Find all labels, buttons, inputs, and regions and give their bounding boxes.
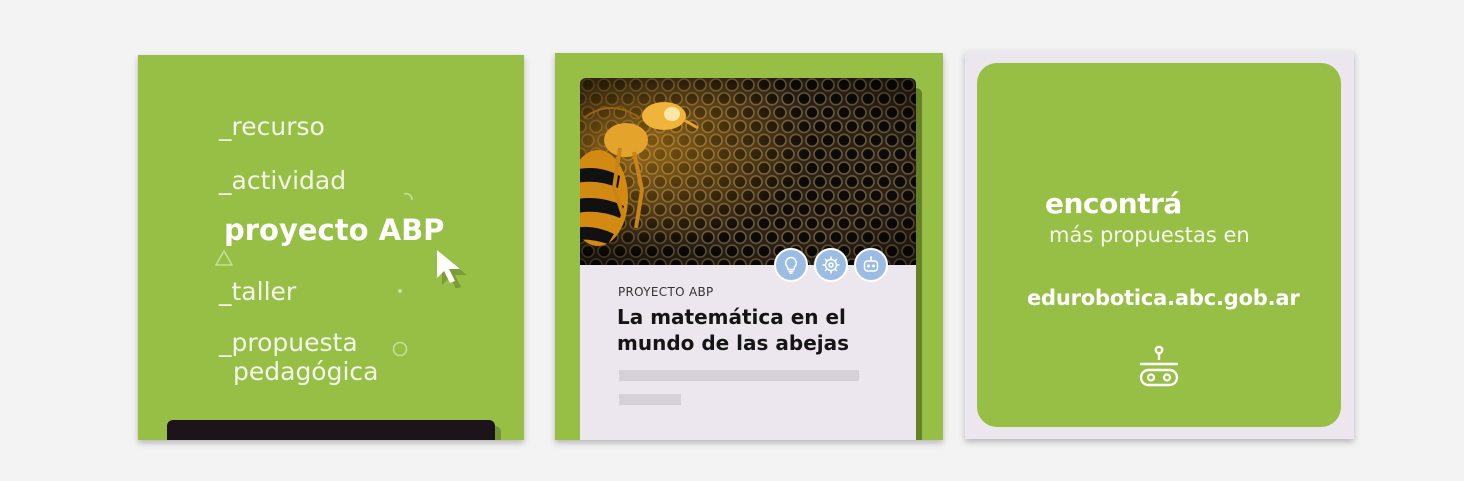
menu-item-line1: _propuesta	[219, 328, 358, 357]
promo-url-link[interactable]: edurobotica.abc.gob.ar	[1027, 286, 1300, 310]
promo-box: encontrá más propuestas en edurobotica.a…	[977, 63, 1341, 427]
triangle-decoration-icon	[214, 249, 234, 266]
promo-panel: encontrá más propuestas en edurobotica.a…	[965, 51, 1354, 439]
dot-decoration-icon	[398, 289, 402, 293]
menu-item-recurso[interactable]: _recurso	[219, 112, 325, 142]
placeholder-line	[619, 370, 859, 381]
menu-item-line2: pedagógica	[233, 357, 379, 386]
project-card[interactable]: PROYECTO ABP La matemática en el mundo d…	[580, 78, 916, 440]
arc-decoration-icon	[403, 192, 413, 201]
skill-badges	[774, 248, 888, 282]
robot-icon	[1139, 345, 1179, 387]
menu-item-proyecto-abp[interactable]: proyecto ABP	[224, 215, 444, 245]
robot-icon	[863, 256, 879, 272]
card-title: La matemática en el mundo de las abejas	[617, 305, 850, 355]
menu-item-propuesta-pedagogica[interactable]: _propuesta pedagógica	[219, 328, 378, 386]
robot-badge	[854, 248, 888, 282]
promo-heading: encontrá	[1045, 187, 1182, 220]
card-category: PROYECTO ABP	[618, 285, 714, 299]
menu-panel: _recurso _actividad proyecto ABP _taller…	[138, 55, 524, 440]
menu-item-actividad[interactable]: _actividad	[219, 166, 346, 196]
lightbulb-badge	[774, 248, 808, 282]
promo-subheading: más propuestas en	[1049, 223, 1250, 247]
gear-badge	[814, 248, 848, 282]
menu-item-taller[interactable]: _taller	[219, 277, 296, 307]
dark-card-preview	[167, 420, 495, 440]
lightbulb-icon	[785, 256, 797, 275]
circle-decoration-icon	[392, 341, 408, 357]
placeholder-line-short	[619, 394, 681, 405]
gear-icon	[822, 256, 840, 274]
project-card-panel: PROYECTO ABP La matemática en el mundo d…	[555, 53, 943, 440]
robot-bee-image	[580, 78, 916, 265]
arrow-cursor-icon	[437, 250, 467, 288]
